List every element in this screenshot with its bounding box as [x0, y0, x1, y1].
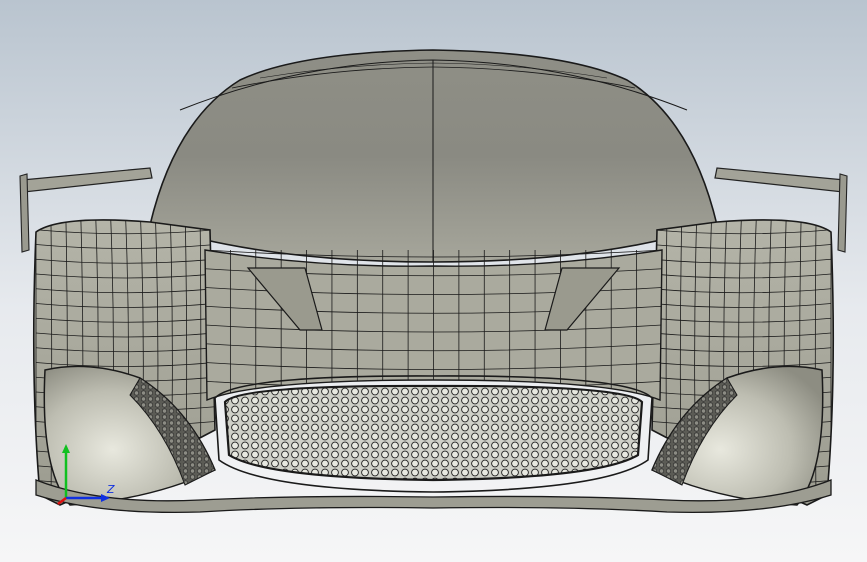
axis-triad: Z: [57, 444, 115, 505]
y-axis-arrow-icon: [62, 444, 70, 453]
canopy: [149, 49, 718, 263]
front-grille: [214, 375, 653, 493]
car-model[interactable]: [0, 0, 867, 562]
x-axis: [57, 497, 67, 505]
z-axis-label: Z: [106, 483, 115, 496]
cad-viewport[interactable]: Z: [0, 0, 867, 562]
nose-section: [204, 249, 663, 402]
